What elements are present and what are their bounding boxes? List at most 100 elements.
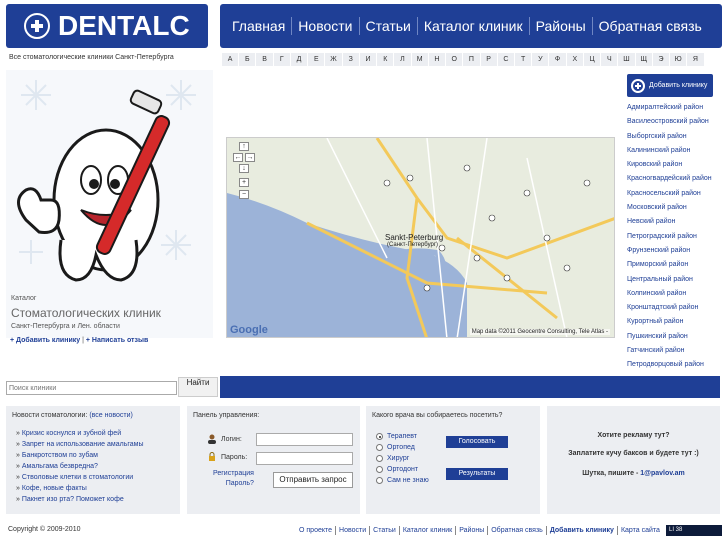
results-button[interactable]: Результаты [446, 468, 508, 480]
pan-up-button[interactable]: ↑ [239, 142, 249, 151]
district-link[interactable]: Московский район [627, 201, 723, 215]
alphabet-letter[interactable]: Я [687, 53, 705, 66]
write-review-link[interactable]: + Написать отзыв [86, 337, 148, 344]
district-link[interactable]: Красносельский район [627, 187, 723, 201]
district-link[interactable]: Колпинский район [627, 287, 723, 301]
district-link[interactable]: Кировский район [627, 158, 723, 172]
district-link[interactable]: Фрунзенский район [627, 244, 723, 258]
poll-option[interactable]: Ортопед [376, 444, 415, 451]
alphabet-letter[interactable]: С [497, 53, 515, 66]
district-link[interactable]: Выборгский район [627, 130, 723, 144]
alphabet-letter[interactable]: Ч [601, 53, 619, 66]
alphabet-letter[interactable]: Ш [618, 53, 636, 66]
nav-articles[interactable]: Статьи [360, 17, 418, 35]
district-link[interactable]: Пушкинский район [627, 330, 723, 344]
alphabet-letter[interactable]: Д [290, 53, 309, 66]
news-item-link[interactable]: Банкротством по зубам [16, 450, 143, 461]
news-item-link[interactable]: Кризис коснулся и зубной фей [16, 428, 143, 439]
district-link[interactable]: Центральный район [627, 273, 723, 287]
radio-button[interactable] [376, 444, 383, 451]
alphabet-letter[interactable]: Ф [549, 53, 567, 66]
search-input[interactable] [6, 381, 177, 395]
promo-banner[interactable]: Каталог Стоматологических клиник Санкт-П… [6, 70, 213, 338]
poll-option[interactable]: Ортодонт [376, 466, 418, 473]
district-link[interactable]: Красногвардейский район [627, 172, 723, 186]
footer-link[interactable]: Каталог клиник [398, 526, 455, 535]
zoom-in-button[interactable]: + [239, 178, 249, 187]
alphabet-letter[interactable]: Ц [583, 53, 602, 66]
radio-button[interactable] [376, 433, 383, 440]
district-link[interactable]: Адмиралтейский район [627, 101, 723, 115]
add-clinic-button[interactable]: Добавить клинику [627, 74, 713, 97]
alphabet-letter[interactable]: Е [308, 53, 326, 66]
district-link[interactable]: Гатчинский район [627, 344, 723, 358]
login-field[interactable] [256, 433, 353, 446]
district-link[interactable]: Кронштадтский район [627, 301, 723, 315]
alphabet-letter[interactable]: Г [273, 53, 291, 66]
search-button[interactable]: Найти [178, 377, 218, 397]
news-item-link[interactable]: Запрет на использование амальгамы [16, 439, 144, 450]
logo[interactable]: DENTALC [6, 4, 208, 48]
pan-right-button[interactable]: → [245, 153, 255, 162]
alphabet-letter[interactable]: В [256, 53, 274, 66]
district-link[interactable]: Петродворцовый район [627, 358, 723, 372]
alphabet-letter[interactable]: Л [394, 53, 412, 66]
radio-button[interactable] [376, 477, 383, 484]
add-clinic-link[interactable]: + Добавить клинику [10, 337, 80, 344]
nav-catalog[interactable]: Каталог клиник [418, 17, 530, 35]
news-item-link[interactable]: Пакнет изо рта? Поможет кофе [16, 494, 143, 505]
alphabet-letter[interactable]: Ю [670, 53, 688, 66]
district-link[interactable]: Василеостровский район [627, 115, 723, 129]
footer-link[interactable]: О проекте [299, 526, 335, 535]
alphabet-letter[interactable]: П [463, 53, 481, 66]
alphabet-letter[interactable]: А [222, 53, 240, 66]
send-request-button[interactable]: Отправить запрос [273, 472, 353, 488]
district-link[interactable]: Курортный район [627, 315, 723, 329]
district-link[interactable]: Невский район [627, 215, 723, 229]
register-link[interactable]: Регистрация [213, 469, 254, 479]
nav-feedback[interactable]: Обратная связь [593, 17, 708, 35]
map[interactable]: ↑ ← → ↓ + − Sankt-Peterburg (Санкт-Петер… [226, 137, 615, 338]
footer-link[interactable]: Статьи [369, 526, 399, 535]
footer-link[interactable]: Новости [335, 526, 369, 535]
footer-link[interactable]: Обратная связь [487, 526, 546, 535]
ad-email-link[interactable]: 1@pavlov.am [640, 470, 684, 477]
alphabet-letter[interactable]: М [411, 53, 429, 66]
pan-left-button[interactable]: ← [233, 153, 243, 162]
alphabet-letter[interactable]: З [342, 53, 360, 66]
alphabet-letter[interactable]: И [359, 53, 378, 66]
poll-option[interactable]: Хирург [376, 455, 409, 462]
liveinternet-counter[interactable]: LI 38 [666, 525, 722, 536]
district-link[interactable]: Петроградский район [627, 230, 723, 244]
forgot-password-link[interactable]: Пароль? [213, 479, 254, 489]
district-link[interactable]: Приморский район [627, 258, 723, 272]
radio-button[interactable] [376, 466, 383, 473]
alphabet-letter[interactable]: Н [428, 53, 447, 66]
poll-option[interactable]: Сам не знаю [376, 477, 429, 484]
pan-down-button[interactable]: ↓ [239, 164, 249, 173]
all-news-link[interactable]: (все новости) [89, 412, 133, 419]
alphabet-letter[interactable]: Х [566, 53, 584, 66]
alphabet-letter[interactable]: Б [239, 53, 257, 66]
nav-home[interactable]: Главная [226, 17, 293, 35]
zoom-out-button[interactable]: − [239, 190, 249, 199]
alphabet-letter[interactable]: Щ [635, 53, 653, 66]
news-item-link[interactable]: Амальгама безвредна? [16, 461, 143, 472]
alphabet-letter[interactable]: У [532, 53, 550, 66]
alphabet-letter[interactable]: К [377, 53, 395, 66]
district-link[interactable]: Калининский район [627, 144, 723, 158]
nav-districts[interactable]: Районы [530, 17, 593, 35]
news-item-link[interactable]: Стволовые клетки в стоматологии [16, 472, 143, 483]
alphabet-letter[interactable]: Р [480, 53, 498, 66]
alphabet-letter[interactable]: Ж [325, 53, 343, 66]
footer-link[interactable]: Карта сайта [616, 526, 663, 535]
alphabet-letter[interactable]: Т [514, 53, 533, 66]
nav-news[interactable]: Новости [292, 17, 360, 35]
news-item-link[interactable]: Кофе, новые факты [16, 483, 143, 494]
footer-link[interactable]: Добавить клинику [545, 526, 617, 535]
alphabet-letter[interactable]: О [446, 53, 464, 66]
alphabet-letter[interactable]: Э [652, 53, 671, 66]
footer-link[interactable]: Районы [455, 526, 487, 535]
radio-button[interactable] [376, 455, 383, 462]
password-field[interactable] [256, 452, 353, 465]
